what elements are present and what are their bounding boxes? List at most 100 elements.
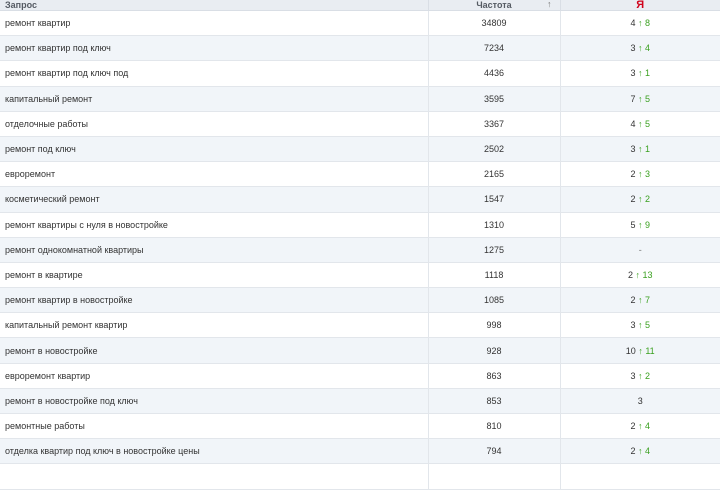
- table-row: ремонтные работы 810 2 ↑ 4: [0, 413, 720, 440]
- position-value: 4: [630, 118, 636, 129]
- position-change: 11: [645, 345, 655, 356]
- query-cell[interactable]: отделка квартир под ключ в новостройке ц…: [0, 438, 428, 465]
- frequency-cell: 1547: [427, 186, 560, 213]
- table-row: ремонт квартир под ключ 7234 3 ↑ 4: [0, 35, 720, 62]
- table-row: ремонт квартир 34809 4 ↑ 8: [0, 10, 720, 37]
- frequency-cell: 2502: [427, 136, 560, 163]
- table-row: ремонт в квартире 1118 2 ↑ 13: [0, 262, 720, 289]
- query-cell[interactable]: евроремонт: [0, 161, 428, 188]
- query-cell[interactable]: ремонт в новостройке: [0, 337, 428, 364]
- query-cell[interactable]: ремонт квартир: [0, 10, 428, 37]
- frequency-cell: 928: [427, 337, 560, 364]
- arrow-up-icon: ↑: [638, 320, 643, 331]
- arrow-up-icon: ↑: [638, 345, 643, 356]
- query-cell[interactable]: ремонт в квартире: [0, 262, 428, 289]
- query-cell[interactable]: ремонт квартиры с нуля в новостройке: [0, 212, 428, 238]
- position-change: 2: [645, 370, 651, 381]
- frequency-cell: 34809: [427, 10, 560, 37]
- position-change: 2: [645, 194, 651, 205]
- position-change: 3: [645, 169, 651, 180]
- frequency-cell: 1085: [427, 287, 560, 314]
- query-cell[interactable]: ремонт под ключ: [0, 136, 428, 163]
- position-cell: 3 ↑ 4: [559, 35, 720, 62]
- table-header-row: Запрос Частота ↑ Я: [0, 0, 720, 11]
- position-change: 5: [645, 93, 651, 104]
- position-cell: 2 ↑ 3: [559, 161, 720, 188]
- position-cell: 7 ↑ 5: [559, 86, 720, 112]
- column-header-yandex[interactable]: Я: [559, 0, 720, 11]
- position-cell: 3 ↑ 2: [559, 363, 720, 389]
- position-change: 5: [645, 118, 651, 129]
- position-change: 8: [645, 18, 651, 29]
- table-row: евроремонт 2165 2 ↑ 3: [0, 161, 720, 188]
- query-cell[interactable]: [0, 463, 428, 490]
- position-cell: 4 ↑ 8: [559, 10, 720, 37]
- position-cell: [559, 463, 720, 490]
- table-row: ремонт квартир в новостройке 1085 2 ↑ 7: [0, 287, 720, 314]
- table-row: косметический ремонт 1547 2 ↑ 2: [0, 186, 720, 213]
- position-cell: -: [559, 237, 720, 263]
- frequency-cell: 810: [427, 413, 560, 440]
- position-cell: 4 ↑ 5: [559, 111, 720, 137]
- frequency-cell: 853: [427, 388, 560, 415]
- position-cell: 5 ↑ 9: [559, 212, 720, 238]
- table-row: ремонт в новостройке 928 10 ↑ 11: [0, 337, 720, 364]
- query-cell[interactable]: капитальный ремонт: [0, 86, 428, 112]
- table-row: ремонт в новостройке под ключ 853 3: [0, 388, 720, 415]
- frequency-cell: 3367: [427, 111, 560, 137]
- query-cell[interactable]: ремонтные работы: [0, 413, 428, 440]
- position-change: 4: [645, 43, 651, 54]
- arrow-up-icon: ↑: [638, 18, 643, 29]
- position-value: 7: [630, 93, 636, 104]
- query-cell[interactable]: ремонт в новостройке под ключ: [0, 388, 428, 415]
- frequency-cell: 794: [427, 438, 560, 465]
- position-cell: 2 ↑ 4: [559, 413, 720, 440]
- query-cell[interactable]: отделочные работы: [0, 111, 428, 137]
- table-row: ремонт однокомнатной квартиры 1275 -: [0, 237, 720, 263]
- arrow-up-icon: ↑: [638, 68, 643, 79]
- position-change: 13: [642, 269, 653, 280]
- frequency-cell: 1310: [427, 212, 560, 238]
- query-cell[interactable]: ремонт квартир в новостройке: [0, 287, 428, 314]
- position-change: 4: [645, 421, 651, 432]
- position-cell: 2 ↑ 4: [559, 438, 720, 465]
- position-value: 2: [630, 446, 636, 457]
- position-value: 4: [630, 18, 636, 29]
- position-cell: 3: [559, 388, 720, 415]
- arrow-up-icon: ↑: [638, 370, 643, 381]
- position-value: 3: [630, 320, 636, 331]
- position-change: 1: [645, 144, 651, 155]
- frequency-cell: 1275: [427, 237, 560, 263]
- arrow-up-icon: ↑: [638, 43, 643, 54]
- query-cell[interactable]: ремонт однокомнатной квартиры: [0, 237, 428, 263]
- frequency-cell: 998: [427, 312, 560, 339]
- position-value: 3: [630, 370, 636, 381]
- query-cell[interactable]: капитальный ремонт квартир: [0, 312, 428, 339]
- position-value: 2: [627, 269, 633, 280]
- position-value: 3: [637, 395, 643, 406]
- query-cell[interactable]: ремонт квартир под ключ под: [0, 60, 428, 87]
- arrow-up-icon: ↑: [638, 169, 643, 180]
- yandex-logo-icon: Я: [636, 0, 645, 11]
- frequency-cell: 863: [427, 363, 560, 389]
- position-value: 3: [630, 43, 636, 54]
- position-cell: 3 ↑ 1: [559, 60, 720, 87]
- query-cell[interactable]: косметический ремонт: [0, 186, 428, 213]
- sort-asc-icon[interactable]: ↑: [547, 0, 552, 9]
- position-change: 4: [645, 446, 651, 457]
- column-header-frequency[interactable]: Частота ↑: [427, 0, 560, 11]
- query-cell[interactable]: евроремонт квартир: [0, 363, 428, 389]
- position-value: 10: [625, 345, 636, 356]
- table-row: [0, 463, 720, 490]
- arrow-up-icon: ↑: [638, 118, 643, 129]
- query-cell[interactable]: ремонт квартир под ключ: [0, 35, 428, 62]
- arrow-up-icon: ↑: [635, 269, 641, 280]
- position-value: 2: [630, 194, 636, 205]
- arrow-up-icon: ↑: [638, 219, 643, 230]
- arrow-up-icon: ↑: [638, 295, 643, 306]
- position-change: 7: [645, 295, 651, 306]
- arrow-up-icon: ↑: [638, 446, 643, 457]
- position-cell: 10 ↑ 11: [559, 337, 720, 364]
- column-header-query[interactable]: Запрос: [0, 0, 428, 11]
- position-cell: 3 ↑ 5: [559, 312, 720, 339]
